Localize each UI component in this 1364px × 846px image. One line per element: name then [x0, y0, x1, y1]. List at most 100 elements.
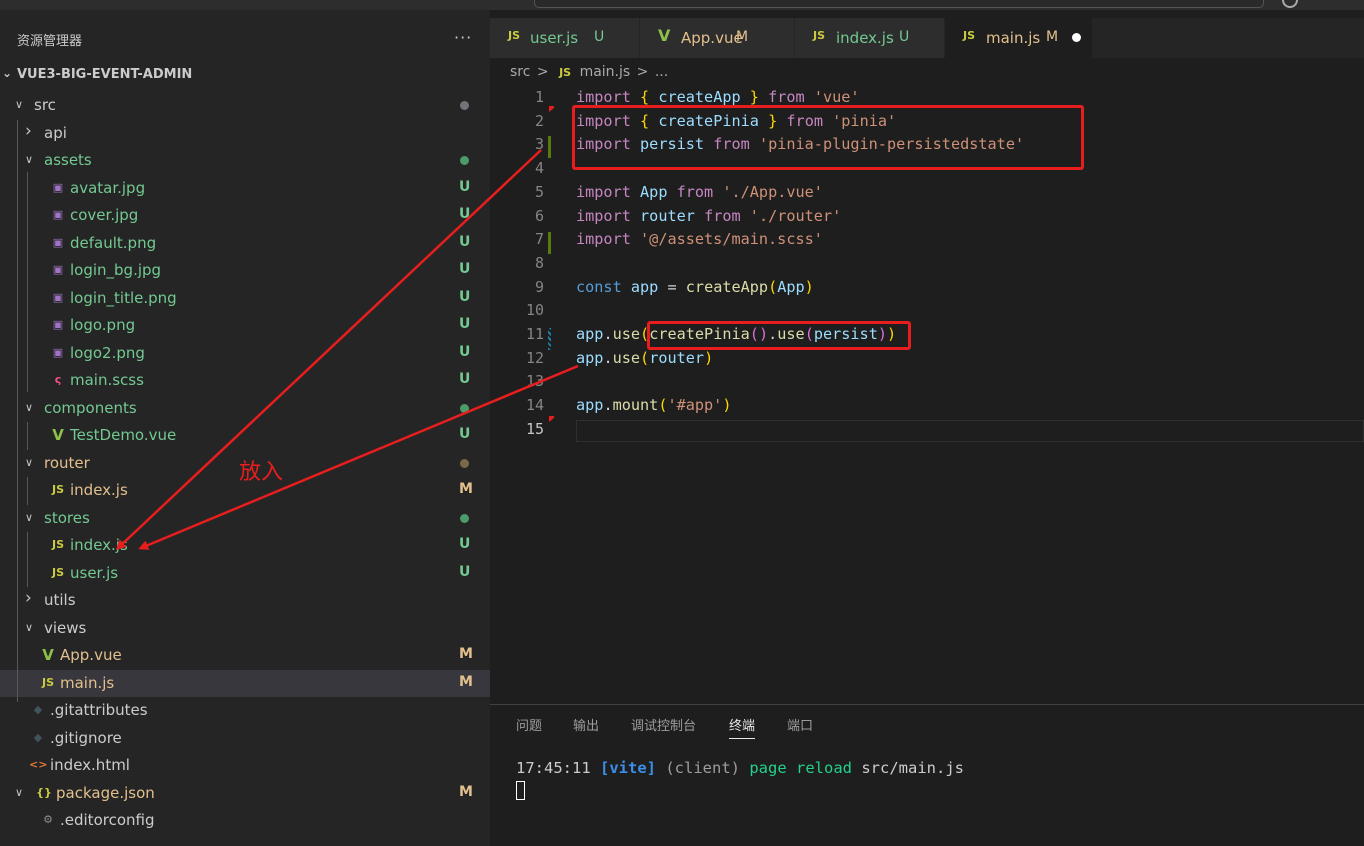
- terminal-file: src/main.js: [861, 759, 964, 777]
- line-number: 12: [525, 348, 544, 367]
- code-line[interactable]: app.use(router): [576, 349, 713, 367]
- tree-file[interactable]: ◆ .gitignore: [0, 725, 490, 752]
- git-status-badge: M: [459, 646, 473, 662]
- tree-folder[interactable]: ∨ components: [0, 395, 490, 422]
- tree-file[interactable]: JS user.js U: [0, 560, 490, 587]
- git-status-badge: U: [459, 563, 471, 580]
- image-file-icon: ▣: [52, 263, 64, 276]
- tab-index-js[interactable]: JS index.js U: [795, 18, 945, 58]
- git-changed-gutter-mark: [548, 328, 551, 350]
- js-file-icon: JS: [963, 29, 976, 42]
- tab-App-vue[interactable]: V App.vue M: [640, 18, 795, 58]
- account-icon[interactable]: [1282, 0, 1298, 8]
- more-actions-icon[interactable]: ···: [454, 28, 472, 47]
- tree-file[interactable]: ▣ login_bg.jpg U: [0, 257, 490, 284]
- git-status-badge: U: [459, 288, 471, 305]
- code-line[interactable]: import App from './App.vue': [576, 183, 823, 201]
- tree-item-label: avatar.jpg: [70, 178, 146, 197]
- command-center-search[interactable]: [534, 0, 1264, 8]
- code-line[interactable]: import router from './router': [576, 207, 841, 225]
- tree-file[interactable]: ▣ cover.jpg U: [0, 202, 490, 229]
- unsaved-dot-icon[interactable]: [1072, 33, 1081, 42]
- panel-tab[interactable]: 调试控制台: [631, 715, 696, 734]
- tree-item-label: login_bg.jpg: [70, 261, 162, 279]
- code-line[interactable]: import '@/assets/main.scss': [576, 230, 823, 248]
- tree-file[interactable]: JS main.js M: [0, 669, 490, 697]
- code-line[interactable]: app.mount('#app'): [576, 396, 732, 414]
- git-status-badge: M: [1046, 29, 1059, 45]
- chevron-down-icon: ∨: [25, 510, 34, 524]
- line-number: 11: [525, 325, 544, 343]
- tree-file[interactable]: ∨ {} package.json M: [0, 780, 490, 807]
- tree-file[interactable]: ▣ logo2.png U: [0, 340, 490, 367]
- git-status-badge: M: [736, 29, 749, 45]
- tree-file[interactable]: ▣ logo.png U: [0, 312, 490, 339]
- git-status-badge: M: [459, 783, 473, 800]
- tree-item-label: TestDemo.vue: [70, 426, 177, 444]
- tree-item-label: stores: [44, 508, 90, 527]
- vue-file-icon: V: [52, 426, 64, 444]
- tree-folder[interactable]: › api: [0, 120, 490, 147]
- terminal-time: 17:45:11: [516, 759, 591, 777]
- terminal-cursor[interactable]: [516, 781, 525, 800]
- tree-file[interactable]: ▣ avatar.jpg U: [0, 175, 490, 202]
- line-number: 1: [534, 88, 544, 106]
- git-status-dot: [460, 403, 469, 413]
- git-status-badge: U: [899, 29, 910, 45]
- vue-file-icon: V: [658, 26, 671, 45]
- line-number: 10: [525, 301, 544, 320]
- git-modified-gutter-mark: [548, 136, 551, 158]
- breadcrumb-symbols[interactable]: ...: [655, 64, 668, 80]
- tree-item-label: App.vue: [60, 646, 122, 664]
- json-file-icon: {}: [36, 785, 52, 799]
- chevron-right-icon: ›: [25, 120, 32, 141]
- annotation-label: 放入: [239, 460, 284, 485]
- tree-file[interactable]: ▣ default.png U: [0, 230, 490, 257]
- tree-item-label: user.js: [70, 563, 119, 582]
- panel-tab[interactable]: 问题: [516, 715, 542, 734]
- tree-item-label: .gitignore: [50, 728, 122, 747]
- tree-file[interactable]: ⚙ .editorconfig: [0, 807, 490, 834]
- tree-folder[interactable]: ∨ views: [0, 615, 490, 642]
- code-editor[interactable]: 1 2 3 4 5 6 7 8 9 10 11 12 13 14 15 import { createApp…: [490, 84, 1364, 704]
- panel-tab[interactable]: 输出: [573, 715, 599, 734]
- tree-folder[interactable]: ∨ assets: [0, 147, 490, 174]
- code-line[interactable]: import { createApp } from 'vue': [576, 88, 860, 106]
- git-status-badge: U: [459, 426, 471, 442]
- tree-file[interactable]: JS index.js U: [0, 532, 490, 559]
- chevron-down-icon: ∨: [25, 400, 34, 414]
- tree-file[interactable]: ς main.scss U: [0, 367, 490, 394]
- tab-user-js[interactable]: JS user.js U: [490, 18, 640, 58]
- tab-main-js[interactable]: JS main.js M: [945, 18, 1093, 58]
- git-file-icon: ◆: [33, 730, 43, 744]
- tree-file[interactable]: V App.vue M: [0, 642, 490, 669]
- tree-file[interactable]: ▣ login_title.png U: [0, 285, 490, 312]
- git-status-badge: U: [459, 371, 471, 387]
- tree-item-label: utils: [44, 591, 76, 609]
- git-status-badge: U: [459, 343, 471, 360]
- js-file-icon: JS: [508, 29, 521, 42]
- line-number: 9: [534, 277, 544, 296]
- tree-file[interactable]: ◆ .gitattributes: [0, 697, 490, 724]
- tree-item-label: main.js: [60, 673, 115, 692]
- tree-folder[interactable]: ∨ src: [0, 92, 490, 119]
- line-number: 13: [525, 372, 544, 391]
- code-line[interactable]: const app = createApp(App): [576, 278, 814, 296]
- terminal-action: page reload: [749, 759, 852, 777]
- tree-folder[interactable]: ∨ stores: [0, 505, 490, 532]
- panel-tab[interactable]: 终端: [729, 715, 756, 739]
- tree-item-label: default.png: [70, 233, 157, 252]
- tree-item-label: .editorconfig: [60, 811, 155, 829]
- panel-tab[interactable]: 端口: [787, 715, 813, 734]
- tree-file[interactable]: <> index.html: [0, 752, 490, 779]
- tree-folder[interactable]: › utils: [0, 587, 490, 614]
- project-header[interactable]: ⌄ VUE3-BIG-EVENT-ADMIN: [0, 64, 490, 86]
- terminal-vite-tag: [vite]: [600, 759, 656, 777]
- tree-file[interactable]: V TestDemo.vue U: [0, 422, 490, 449]
- breadcrumb-file[interactable]: main.js: [580, 64, 631, 80]
- tree-item-label: login_title.png: [70, 288, 177, 307]
- breadcrumb-folder[interactable]: src: [510, 64, 530, 80]
- editor-tab-bar: JS user.js U V App.vue M JS index.js U JS main.js M: [490, 18, 1364, 58]
- tab-label: App.vue: [681, 29, 743, 47]
- chevron-right-icon: ›: [25, 588, 32, 608]
